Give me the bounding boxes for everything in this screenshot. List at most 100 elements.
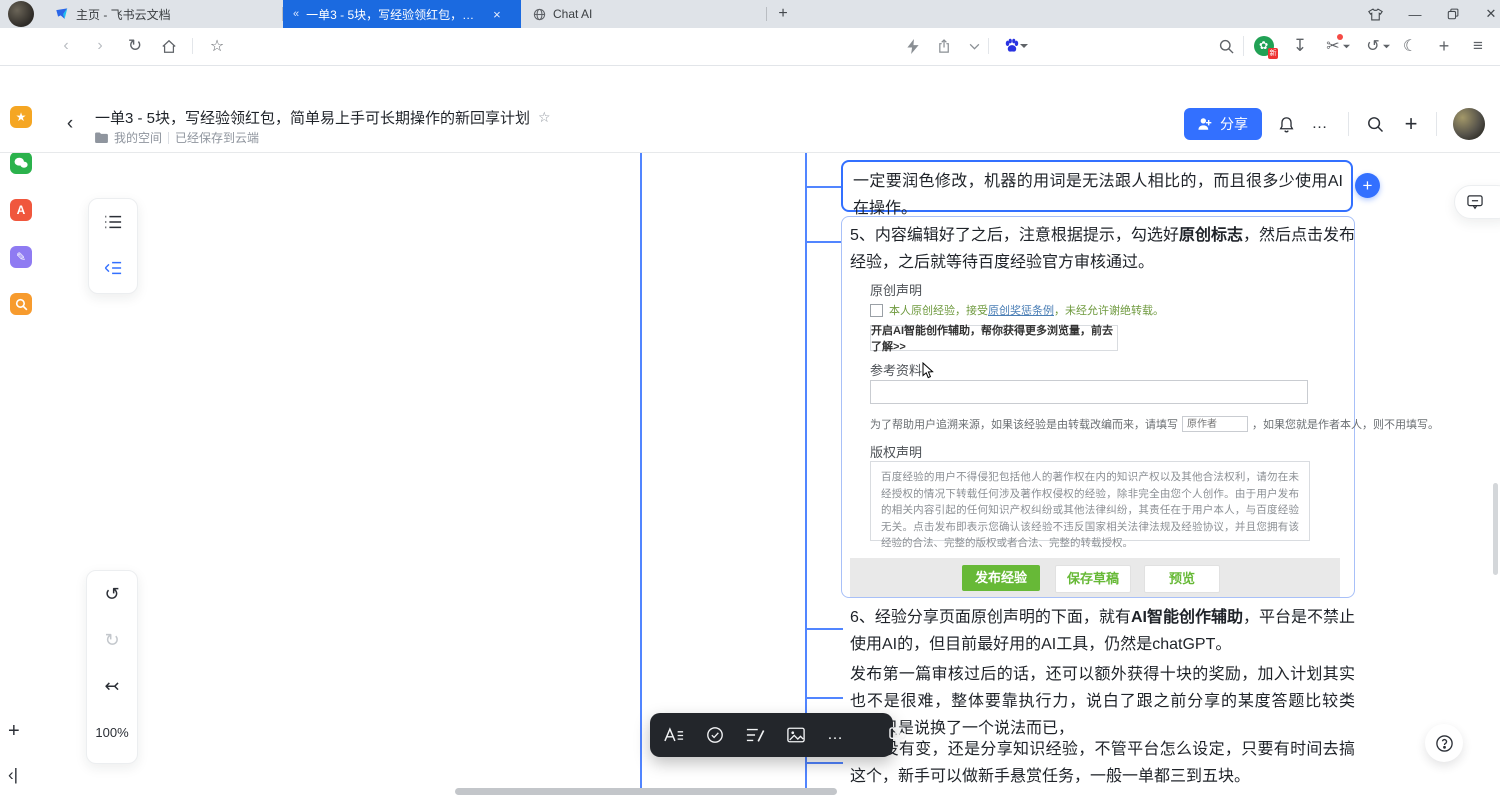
more-format-button[interactable]: … <box>827 724 845 746</box>
preview-button[interactable]: 预览 <box>1144 565 1220 593</box>
block-guide-line-left <box>640 153 642 791</box>
tab-chat-ai[interactable]: Chat AI <box>523 0 767 28</box>
claim-post: ，未经允许谢绝转载。 <box>1054 305 1164 317</box>
header-bottom-divider <box>0 152 1500 153</box>
task-check-button[interactable] <box>706 724 724 746</box>
share-page-button[interactable] <box>930 32 958 60</box>
redo-button[interactable]: ↻ <box>87 617 137 663</box>
close-window-button[interactable]: ✕ <box>1472 0 1500 28</box>
breadcrumb[interactable]: 我的空间 <box>114 129 162 146</box>
copyright-title: 版权声明 <box>870 442 922 461</box>
home-button[interactable] <box>155 32 183 60</box>
doc-title: 一单3 - 5块，写经验领红包，简单易上手可长期操作的新回享计划 <box>95 107 530 128</box>
paragraph-7[interactable]: 发布第一篇审核过后的话，还可以额外获得十块的奖励，加入计划其实也不是很难，整体要… <box>850 661 1355 742</box>
copyright-text: 百度经验的用户不得侵犯包括他人的著作权在内的知识产权以及其他合法权利，请勿在未经… <box>881 469 1299 552</box>
outline-tree-button[interactable] <box>89 245 137 291</box>
tab-feishu-home[interactable]: 主页 - 飞书云文档 <box>45 0 283 28</box>
bookmark-star-button[interactable]: ☆ <box>203 32 231 60</box>
dark-mode-button[interactable]: ☾ <box>1396 32 1424 60</box>
doc-search-button[interactable] <box>1361 110 1389 138</box>
minimize-window-button[interactable]: — <box>1396 0 1434 28</box>
step5-pre: 5、内容编辑好了之后，注意根据提示，勾选好 <box>850 227 1179 244</box>
browser-profile-avatar[interactable] <box>8 1 34 27</box>
favorites-extension-icon[interactable]: ★ <box>10 106 32 128</box>
doc-block-callout[interactable]: 一定要润色修改，机器的用词是无法跟人相比的，而且很多少使用AI在操作。 <box>841 160 1353 212</box>
original-checkbox[interactable] <box>870 304 883 317</box>
text-style-button[interactable] <box>664 724 684 746</box>
original-declaration-title: 原创声明 <box>870 280 922 299</box>
flash-reader-button[interactable] <box>899 32 927 60</box>
outline-panel <box>88 198 138 294</box>
notifications-button[interactable] <box>1272 110 1300 138</box>
share-people-icon <box>1198 117 1214 131</box>
zoom-level[interactable]: 100% <box>87 709 137 755</box>
claim-link[interactable]: 原创奖惩条例 <box>988 305 1054 317</box>
tab-label: 一单3 - 5块，写经验领红包，简单易 <box>306 6 486 23</box>
comment-panel-button[interactable] <box>1454 185 1500 219</box>
user-avatar[interactable] <box>1453 108 1485 140</box>
theme-skin-button[interactable] <box>1356 0 1394 28</box>
step6-text[interactable]: 6、经验分享页面原创声明的下面，就有AI智能创作辅助，平台是不禁止使用AI的，但… <box>850 604 1355 658</box>
search-icon <box>1367 116 1384 133</box>
lightning-icon <box>907 39 919 54</box>
translate-extension-icon[interactable]: A <box>10 199 32 221</box>
tab-doc-active[interactable]: « 一单3 - 5块，写经验领红包，简单易 × <box>283 0 521 28</box>
bullet-list-view-button[interactable] <box>89 199 137 245</box>
baidu-extension-button[interactable] <box>996 32 1036 60</box>
forward-button[interactable]: › <box>86 32 114 60</box>
history-undo-button[interactable]: ↺ <box>1360 32 1396 60</box>
back-button[interactable]: ‹ <box>52 32 80 60</box>
chevron-down-icon <box>1343 44 1350 49</box>
undo-button[interactable]: ↺ <box>87 571 137 617</box>
wechat-extension-icon[interactable] <box>10 152 32 174</box>
chevron-down-icon <box>1020 43 1028 49</box>
share-button[interactable]: 分享 <box>1184 108 1262 140</box>
comment-button[interactable] <box>889 724 906 746</box>
collapse-sidebar-button[interactable]: ‹| <box>8 765 18 785</box>
list-format-button[interactable] <box>746 724 765 746</box>
restore-window-button[interactable] <box>1434 0 1472 28</box>
restore-icon <box>1447 8 1459 20</box>
notes-extension-icon[interactable]: ✎ <box>10 246 32 268</box>
toolbar-search-button[interactable] <box>1212 32 1240 60</box>
feishu-logo-icon <box>55 7 69 21</box>
horizontal-scrollbar-thumb[interactable] <box>455 788 837 795</box>
share-label: 分享 <box>1220 114 1248 134</box>
favorite-star-icon[interactable]: ☆ <box>538 109 551 126</box>
new-tab-button[interactable]: + <box>772 3 794 25</box>
vertical-scrollbar-thumb[interactable] <box>1493 483 1498 575</box>
more-options-button[interactable]: … <box>1306 110 1334 138</box>
global-create-button[interactable]: + <box>8 720 20 743</box>
screenshot-tool-button[interactable]: ✂ <box>1320 32 1356 60</box>
doc-create-button[interactable]: + <box>1397 110 1425 138</box>
reload-button[interactable]: ↻ <box>121 32 149 60</box>
browser-window: 主页 - 飞书云文档 « 一单3 - 5块，写经验领红包，简单易 × Chat … <box>0 0 1500 797</box>
address-chevron-button[interactable] <box>960 32 988 60</box>
ai-assist-banner[interactable]: 开启AI智能创作辅助，帮你获得更多浏览量，前去了解>> <box>870 325 1118 351</box>
paragraph-8[interactable]: 核心没有变，还是分享知识经验，不管平台怎么设定，只要有时间去搞这个，新手可以做新… <box>850 736 1355 790</box>
reference-textarea[interactable] <box>870 380 1308 404</box>
promo-extension-button[interactable]: ✿ 新 <box>1250 32 1278 60</box>
add-block-button[interactable]: + <box>1355 173 1380 198</box>
doc-back-button[interactable]: ‹ <box>56 110 84 138</box>
embedded-screenshot[interactable]: 原创声明 本人原创经验，接受原创奖惩条例，未经允许谢绝转载。 开启AI智能创作辅… <box>850 272 1340 597</box>
insert-image-button[interactable] <box>787 724 805 746</box>
add-panel-button[interactable]: + <box>1430 32 1458 60</box>
search-extension-icon[interactable] <box>10 293 32 315</box>
downloads-button[interactable]: ↧ <box>1286 32 1314 60</box>
close-tab-icon[interactable]: × <box>493 7 501 22</box>
help-button[interactable] <box>1425 724 1463 762</box>
home-icon <box>161 39 177 54</box>
save-draft-button[interactable]: 保存草稿 <box>1055 565 1131 593</box>
adjust-width-button[interactable]: ↢ <box>87 663 137 709</box>
text-style-icon <box>664 727 684 743</box>
tab-divider <box>766 7 767 21</box>
block-connector <box>807 697 843 699</box>
claim-pre: 本人原创经验，接受 <box>889 305 988 317</box>
block-connector <box>807 241 843 243</box>
block-guide-line-right <box>805 153 807 791</box>
author-input[interactable] <box>1182 416 1248 432</box>
publish-button[interactable]: 发布经验 <box>962 565 1040 591</box>
step6-pre: 6、经验分享页面原创声明的下面，就有 <box>850 609 1131 626</box>
browser-menu-button[interactable]: ≡ <box>1464 32 1492 60</box>
